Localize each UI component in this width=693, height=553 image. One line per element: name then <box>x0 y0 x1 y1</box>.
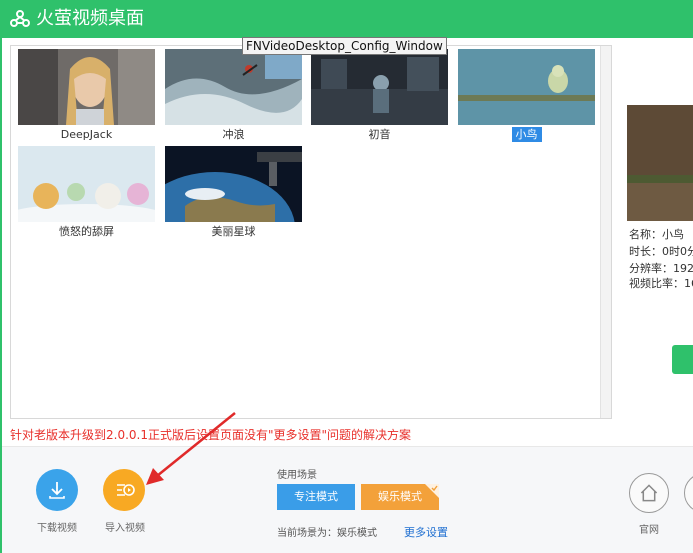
home-icon <box>640 484 658 502</box>
gallery-scrollbar[interactable] <box>600 46 611 418</box>
app-title: 火萤视频桌面 <box>36 8 144 29</box>
entertainment-mode-button[interactable]: 娱乐模式 <box>361 484 439 510</box>
firefly-logo-icon <box>10 10 30 27</box>
video-caption: 愤怒的舔屏 <box>59 225 114 238</box>
info-aspect: 视频比率：16 <box>629 277 693 290</box>
selected-corner-check-icon <box>425 484 439 498</box>
current-scene-text: 当前场景为：娱乐模式 <box>277 528 377 539</box>
entertainment-mode-label: 娱乐模式 <box>378 490 422 503</box>
scene-label: 使用场景 <box>277 470 317 481</box>
video-caption: 初音 <box>368 128 391 141</box>
video-thumb-bird[interactable] <box>458 49 595 125</box>
video-thumb-angry-birds[interactable] <box>18 146 155 222</box>
import-video-icon <box>117 484 135 496</box>
download-video-button[interactable] <box>36 469 78 511</box>
video-caption: 美丽星球 <box>211 225 256 238</box>
website-button[interactable] <box>629 473 669 513</box>
video-preview <box>627 105 693 221</box>
window-tooltip: FNVideoDesktop_Config_Window <box>242 37 447 55</box>
info-resolution: 分辨率：1920 <box>629 262 693 275</box>
video-caption-selected: 小鸟 <box>458 127 595 142</box>
video-thumb-surf[interactable] <box>165 49 302 125</box>
focus-mode-button[interactable]: 专注模式 <box>277 484 355 510</box>
info-name: 名称：小鸟 <box>629 228 684 241</box>
download-icon <box>49 482 65 499</box>
apply-button[interactable] <box>672 345 693 374</box>
title-bar: 火萤视频桌面 <box>0 0 693 38</box>
upgrade-notice-link[interactable]: 针对老版本升级到2.0.0.1正式版后设置页面没有"更多设置"问题的解决方案 <box>10 426 411 443</box>
import-video-label: 导入视频 <box>105 523 145 534</box>
video-caption: 冲浪 <box>222 128 245 141</box>
more-settings-link[interactable]: 更多设置 <box>404 524 448 540</box>
video-thumb-planet[interactable] <box>165 146 302 222</box>
video-caption: DeepJack <box>60 128 113 141</box>
video-thumb-miku[interactable] <box>311 49 448 125</box>
info-duration: 时长：0时0分 <box>629 245 693 258</box>
website-label: 官网 <box>639 525 659 536</box>
video-thumb-deepjack[interactable] <box>18 49 155 125</box>
download-video-label: 下载视频 <box>37 523 77 534</box>
import-video-button[interactable] <box>103 469 145 511</box>
